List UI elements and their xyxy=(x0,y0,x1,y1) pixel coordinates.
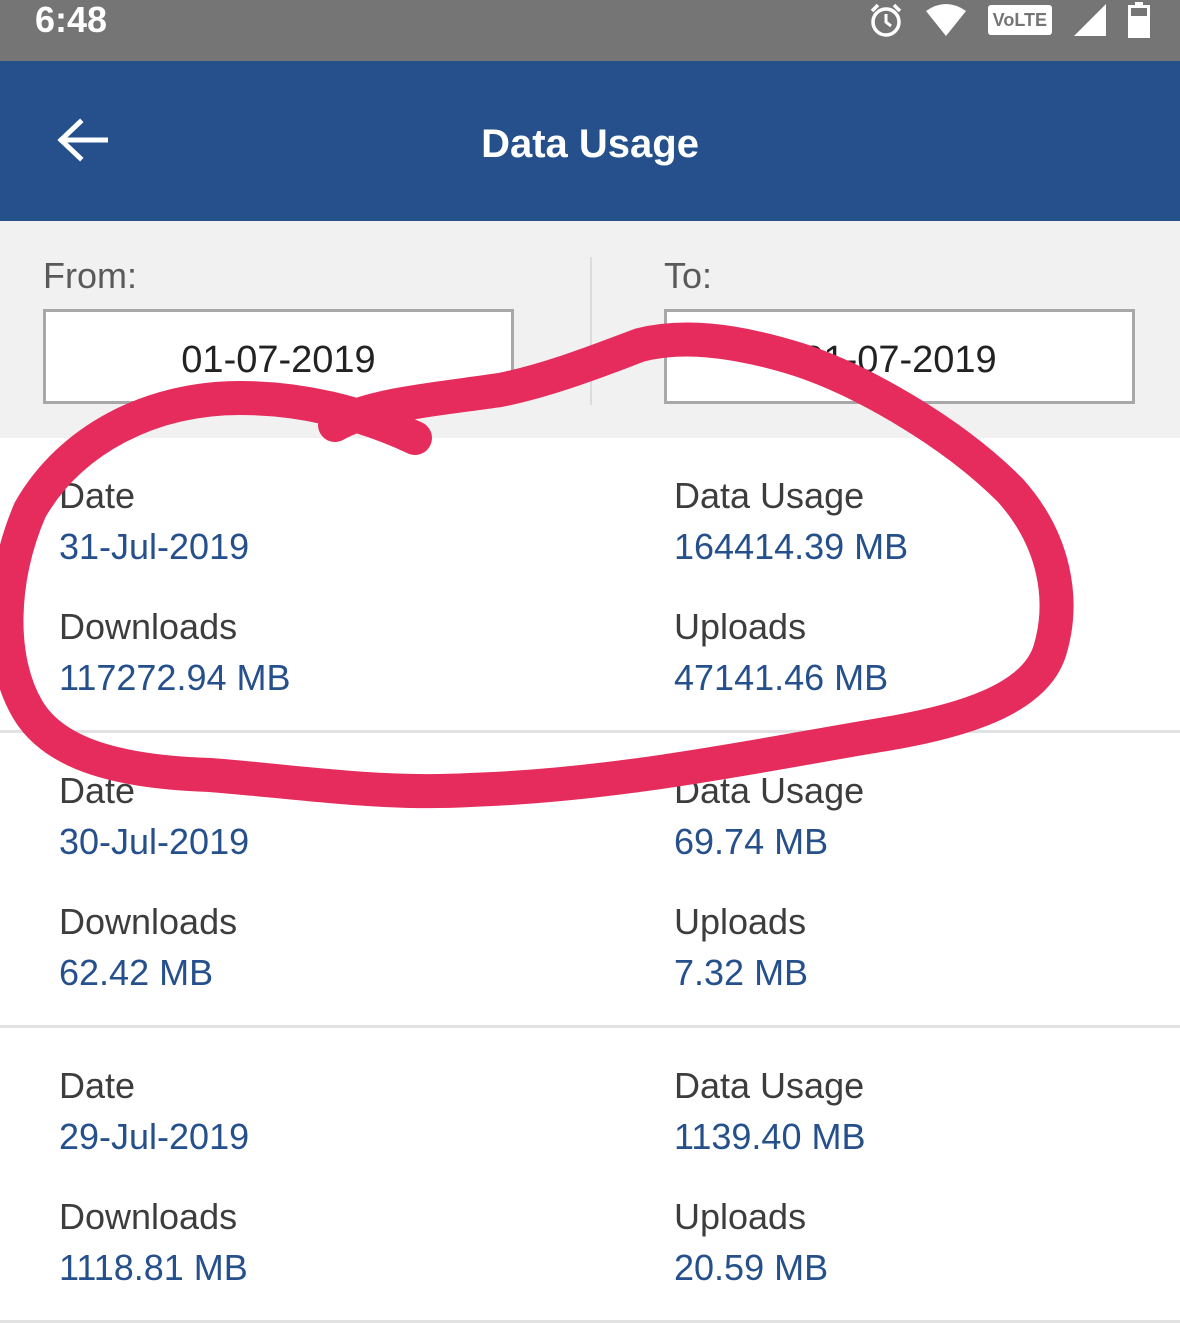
usage-list: Date 31-Jul-2019 Downloads 117272.94 MB … xyxy=(0,438,1180,1323)
data-usage-label: Data Usage xyxy=(674,1065,865,1106)
to-label: To: xyxy=(664,255,713,296)
page-title: Data Usage xyxy=(481,122,699,166)
app-bar: Data Usage xyxy=(0,61,1180,221)
uploads-value: 20.59 MB xyxy=(674,1247,829,1288)
battery-icon xyxy=(1128,2,1150,38)
uploads-label: Uploads xyxy=(674,1196,807,1237)
uploads-value: 7.32 MB xyxy=(674,952,809,993)
downloads-value: 117272.94 MB xyxy=(59,657,291,698)
date-range-panel: From: 01-07-2019 To: 31-07-2019 xyxy=(0,221,1180,438)
uploads-label: Uploads xyxy=(674,606,807,647)
to-date-field[interactable]: 31-07-2019 xyxy=(664,309,1135,404)
from-label: From: xyxy=(43,255,137,296)
downloads-label: Downloads xyxy=(59,901,238,942)
status-icons: VoLTE xyxy=(868,2,1150,38)
downloads-value: 62.42 MB xyxy=(59,952,214,993)
date-value: 30-Jul-2019 xyxy=(59,821,250,862)
data-usage-value: 164414.39 MB xyxy=(674,526,909,567)
downloads-label: Downloads xyxy=(59,1196,238,1237)
downloads-value: 1118.81 MB xyxy=(59,1247,248,1288)
alarm-icon xyxy=(870,3,901,37)
downloads-label: Downloads xyxy=(59,606,238,647)
list-item: Date 29-Jul-2019 Downloads 1118.81 MB Da… xyxy=(0,1028,1180,1323)
status-time: 6:48 xyxy=(35,0,108,40)
list-item: Date 31-Jul-2019 Downloads 117272.94 MB … xyxy=(0,438,1180,733)
uploads-label: Uploads xyxy=(674,901,807,942)
status-bar: 6:48 VoLTE xyxy=(0,0,1180,61)
data-usage-value: 1139.40 MB xyxy=(674,1116,866,1157)
date-label: Date xyxy=(59,770,136,811)
data-usage-label: Data Usage xyxy=(674,475,865,516)
date-label: Date xyxy=(59,1065,136,1106)
from-date-field[interactable]: 01-07-2019 xyxy=(43,309,514,404)
wifi-icon xyxy=(925,4,966,36)
signal-icon xyxy=(1074,4,1106,36)
list-item: Date 30-Jul-2019 Downloads 62.42 MB Data… xyxy=(0,733,1180,1028)
back-arrow-icon xyxy=(57,118,108,162)
volte-badge: VoLTE xyxy=(987,5,1052,35)
date-value: 29-Jul-2019 xyxy=(59,1116,250,1157)
data-usage-value: 69.74 MB xyxy=(674,821,829,862)
date-value: 31-Jul-2019 xyxy=(59,526,250,567)
range-divider xyxy=(590,257,592,405)
date-label: Date xyxy=(59,475,136,516)
uploads-value: 47141.46 MB xyxy=(674,657,889,698)
back-button[interactable] xyxy=(48,106,116,174)
data-usage-label: Data Usage xyxy=(674,770,865,811)
